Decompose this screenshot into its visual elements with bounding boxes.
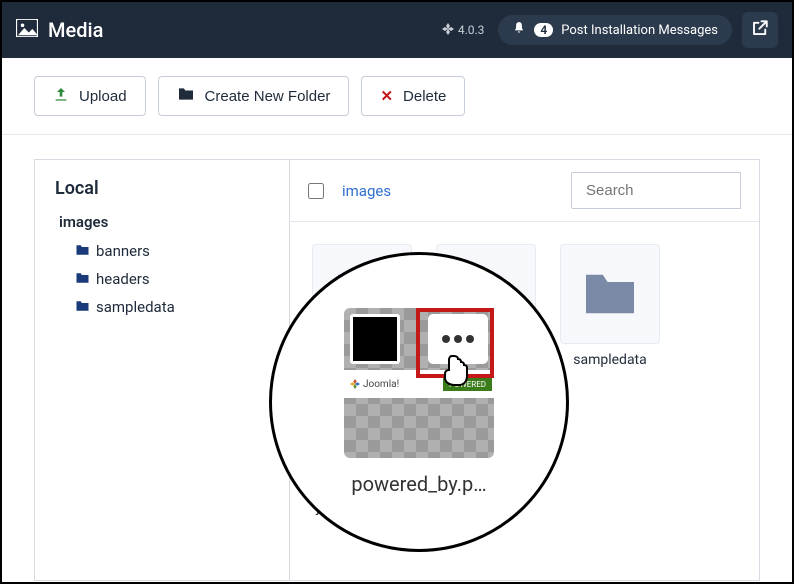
notification-count: 4 <box>534 23 553 37</box>
upload-icon <box>53 86 69 106</box>
folder-icon <box>177 87 195 105</box>
tree-root[interactable]: images <box>55 213 269 231</box>
tree-item-headers[interactable]: headers <box>55 265 269 293</box>
upload-button[interactable]: Upload <box>34 76 146 116</box>
zoom-highlight: Joomla! POWERED powered_by.p… <box>269 252 569 552</box>
notification-label: Post Installation Messages <box>561 23 718 38</box>
breadcrumb[interactable]: images <box>342 182 553 200</box>
open-external-button[interactable] <box>742 12 778 48</box>
brand-label: Joomla! <box>346 377 403 392</box>
notifications-button[interactable]: 4 Post Installation Messages <box>498 15 732 45</box>
folder-icon <box>75 298 90 316</box>
media-icon <box>16 18 38 42</box>
item-select-checkbox[interactable] <box>350 314 400 364</box>
sidebar-title: Local <box>55 178 269 199</box>
select-all-checkbox[interactable] <box>308 183 324 199</box>
item-more-button[interactable] <box>428 314 488 364</box>
topbar: Media 4.0.3 4 Post Installation Messages <box>2 2 792 58</box>
tree-item-sampledata[interactable]: sampledata <box>55 293 269 321</box>
folder-icon <box>75 270 90 288</box>
joomla-icon <box>442 23 454 38</box>
external-link-icon <box>751 19 769 41</box>
main-header: images <box>290 160 759 222</box>
search-input[interactable] <box>571 172 741 209</box>
delete-button[interactable]: ✕ Delete <box>361 76 465 116</box>
cursor-icon <box>442 354 470 390</box>
create-folder-button[interactable]: Create New Folder <box>158 76 350 116</box>
bell-icon <box>512 21 526 39</box>
version-label: 4.0.3 <box>442 23 485 38</box>
delete-icon: ✕ <box>380 87 393 105</box>
page-title: Media <box>16 18 442 42</box>
zoom-thumbnail[interactable]: Joomla! POWERED <box>344 308 494 458</box>
folder-item[interactable]: sampledata <box>560 244 660 368</box>
zoom-item-label: powered_by.p… <box>351 472 486 496</box>
toolbar: Upload Create New Folder ✕ Delete <box>2 58 792 135</box>
sidebar: Local images banners headers sampledata <box>34 159 290 581</box>
folder-icon <box>75 242 90 260</box>
tree-item-banners[interactable]: banners <box>55 237 269 265</box>
